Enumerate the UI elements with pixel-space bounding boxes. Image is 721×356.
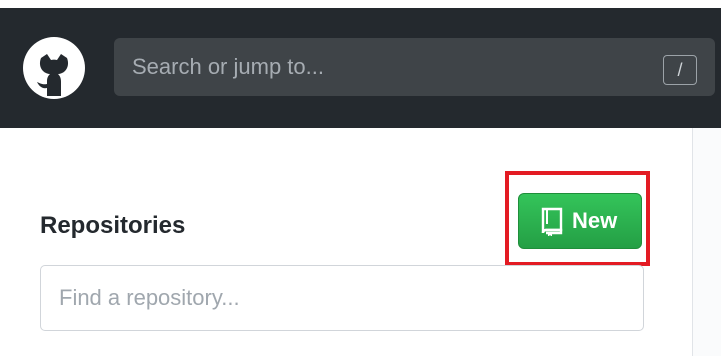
search-bar[interactable]: Search or jump to... / [114, 38, 715, 96]
top-white-strip [0, 0, 721, 8]
new-button-label: New [572, 208, 618, 233]
github-dashboard-screenshot: Search or jump to... / Repositories New … [0, 0, 721, 356]
repositories-heading: Repositories [40, 212, 186, 239]
github-mark-icon[interactable] [22, 36, 86, 100]
search-placeholder: Search or jump to... [132, 54, 324, 79]
top-navigation-bar: Search or jump to... / [0, 0, 721, 128]
book-icon [541, 207, 563, 236]
find-repository-placeholder: Find a repository... [59, 285, 240, 310]
right-side-panel-edge [692, 128, 721, 356]
find-repository-input[interactable]: Find a repository... [40, 265, 644, 331]
new-repository-button[interactable]: New [518, 193, 642, 249]
keyboard-shortcut-key: / [663, 55, 697, 85]
